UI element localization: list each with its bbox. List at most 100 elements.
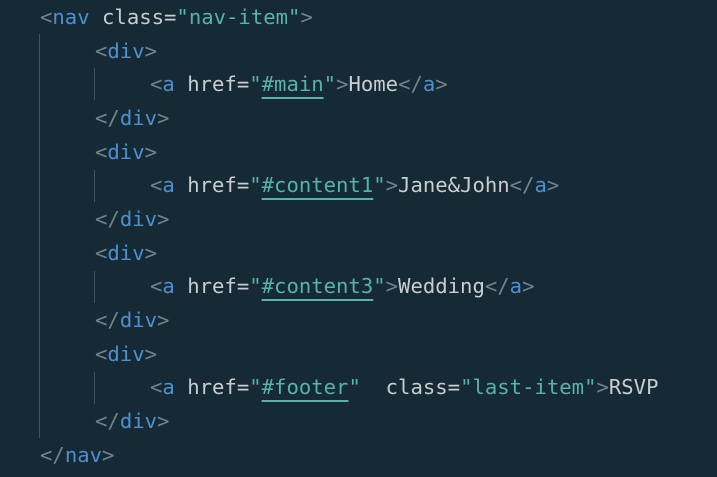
code-line-5[interactable]: <div> xyxy=(0,135,157,169)
tag-name: a xyxy=(162,72,175,96)
equals-sign: = xyxy=(236,375,250,399)
tag-name: div xyxy=(107,342,145,366)
quote: " xyxy=(249,375,262,399)
open-angle-bracket: </ xyxy=(95,106,120,130)
open-angle-bracket: < xyxy=(95,342,108,366)
indent-guide-level-2-block-2 xyxy=(94,170,95,202)
open-angle-bracket: </ xyxy=(95,308,120,332)
close-angle-bracket: > xyxy=(102,443,115,467)
close-angle-bracket: > xyxy=(144,39,158,63)
open-angle-bracket: </ xyxy=(95,409,120,433)
attribute-name: href xyxy=(187,173,237,197)
open-angle-bracket: < xyxy=(150,72,163,96)
close-angle-bracket: > xyxy=(385,274,399,298)
open-angle-bracket: </ xyxy=(40,443,65,467)
indent-guide-level-2-block-3 xyxy=(94,271,95,303)
tag-name: div xyxy=(119,106,158,130)
link-text: Wedding xyxy=(398,274,485,298)
tag-name: a xyxy=(422,72,436,96)
quote: " xyxy=(249,274,262,298)
code-line-14[interactable]: </nav> xyxy=(0,438,114,472)
close-angle-bracket: > xyxy=(435,72,448,96)
code-line-7[interactable]: </div> xyxy=(0,202,169,236)
quote: " xyxy=(584,375,597,399)
code-line-11[interactable]: <div> xyxy=(0,337,157,371)
open-angle-bracket: < xyxy=(150,375,163,399)
indent-guide-level-2-block-4 xyxy=(94,372,95,404)
code-line-4[interactable]: </div> xyxy=(0,101,169,135)
attribute-value: nav-item xyxy=(188,5,289,29)
tag-name: nav xyxy=(64,443,103,467)
quote: " xyxy=(176,5,189,29)
close-angle-bracket: > xyxy=(144,241,158,265)
href-value[interactable]: #footer xyxy=(262,375,349,399)
code-line-10[interactable]: </div> xyxy=(0,303,169,337)
open-angle-bracket: </ xyxy=(509,173,535,197)
tag-name: a xyxy=(509,274,523,298)
href-value[interactable]: #content1 xyxy=(262,173,374,197)
code-line-6[interactable]: <a href="#content1">Jane&John</a> xyxy=(0,168,559,202)
quote: " xyxy=(249,173,262,197)
code-line-3[interactable]: <a href="#main">Home</a> xyxy=(0,67,448,101)
attribute-name: class xyxy=(385,375,448,399)
attribute-value: last-item xyxy=(472,375,585,399)
tag-name: div xyxy=(107,140,145,164)
open-angle-bracket: < xyxy=(150,173,163,197)
tag-name: a xyxy=(162,375,175,399)
quote: " xyxy=(373,274,386,298)
attribute-name: class xyxy=(102,5,165,29)
quote: " xyxy=(373,173,386,197)
close-angle-bracket: > xyxy=(157,106,170,130)
tag-name: div xyxy=(119,409,158,433)
close-angle-bracket: > xyxy=(144,140,158,164)
open-angle-bracket: < xyxy=(40,5,53,29)
equals-sign: = xyxy=(236,173,250,197)
attribute-name: href xyxy=(187,375,237,399)
quote: " xyxy=(323,72,337,96)
code-line-2[interactable]: <div> xyxy=(0,34,157,68)
code-line-1[interactable]: <nav class="nav-item"> xyxy=(0,0,313,34)
code-line-13[interactable]: </div> xyxy=(0,404,169,438)
close-angle-bracket: > xyxy=(596,375,609,399)
tag-name: a xyxy=(162,173,175,197)
close-angle-bracket: > xyxy=(157,409,170,433)
open-angle-bracket: < xyxy=(95,39,108,63)
code-line-9[interactable]: <a href="#content3">Wedding</a> xyxy=(0,269,534,303)
tag-name: div xyxy=(107,39,145,63)
tag-name: div xyxy=(119,207,158,231)
href-value[interactable]: #content3 xyxy=(262,274,374,298)
href-value[interactable]: #main xyxy=(262,72,324,96)
close-angle-bracket: > xyxy=(157,308,170,332)
attribute-name: href xyxy=(187,72,237,96)
quote: " xyxy=(249,72,262,96)
equals-sign: = xyxy=(236,274,250,298)
code-line-8[interactable]: <div> xyxy=(0,236,157,270)
close-angle-bracket: > xyxy=(157,207,170,231)
close-angle-bracket: > xyxy=(385,173,399,197)
close-angle-bracket: > xyxy=(336,72,349,96)
attribute-name: href xyxy=(187,274,237,298)
tag-name: div xyxy=(119,308,158,332)
close-angle-bracket: > xyxy=(144,342,158,366)
open-angle-bracket: </ xyxy=(484,274,510,298)
tag-name: a xyxy=(162,274,175,298)
close-angle-bracket: > xyxy=(546,173,560,197)
open-angle-bracket: </ xyxy=(398,72,423,96)
indent-guide-level-2-block-1 xyxy=(94,68,95,100)
code-line-12[interactable]: <a href="#footer" class="last-item">RSVP xyxy=(0,370,658,404)
close-angle-bracket: > xyxy=(300,5,313,29)
code-editor[interactable]: <nav class="nav-item"> <div> <a href="#m… xyxy=(0,0,717,477)
tag-name: div xyxy=(107,241,145,265)
tag-name: a xyxy=(534,173,547,197)
open-angle-bracket: < xyxy=(150,274,163,298)
equals-sign: = xyxy=(447,375,461,399)
quote: " xyxy=(348,375,361,399)
open-angle-bracket: </ xyxy=(95,207,120,231)
open-angle-bracket: < xyxy=(95,140,108,164)
close-angle-bracket: > xyxy=(522,274,535,298)
link-text: RSVP xyxy=(608,375,659,399)
equals-sign: = xyxy=(236,72,250,96)
tag-name: nav xyxy=(52,5,90,29)
quote: " xyxy=(288,5,301,29)
quote: " xyxy=(460,375,473,399)
